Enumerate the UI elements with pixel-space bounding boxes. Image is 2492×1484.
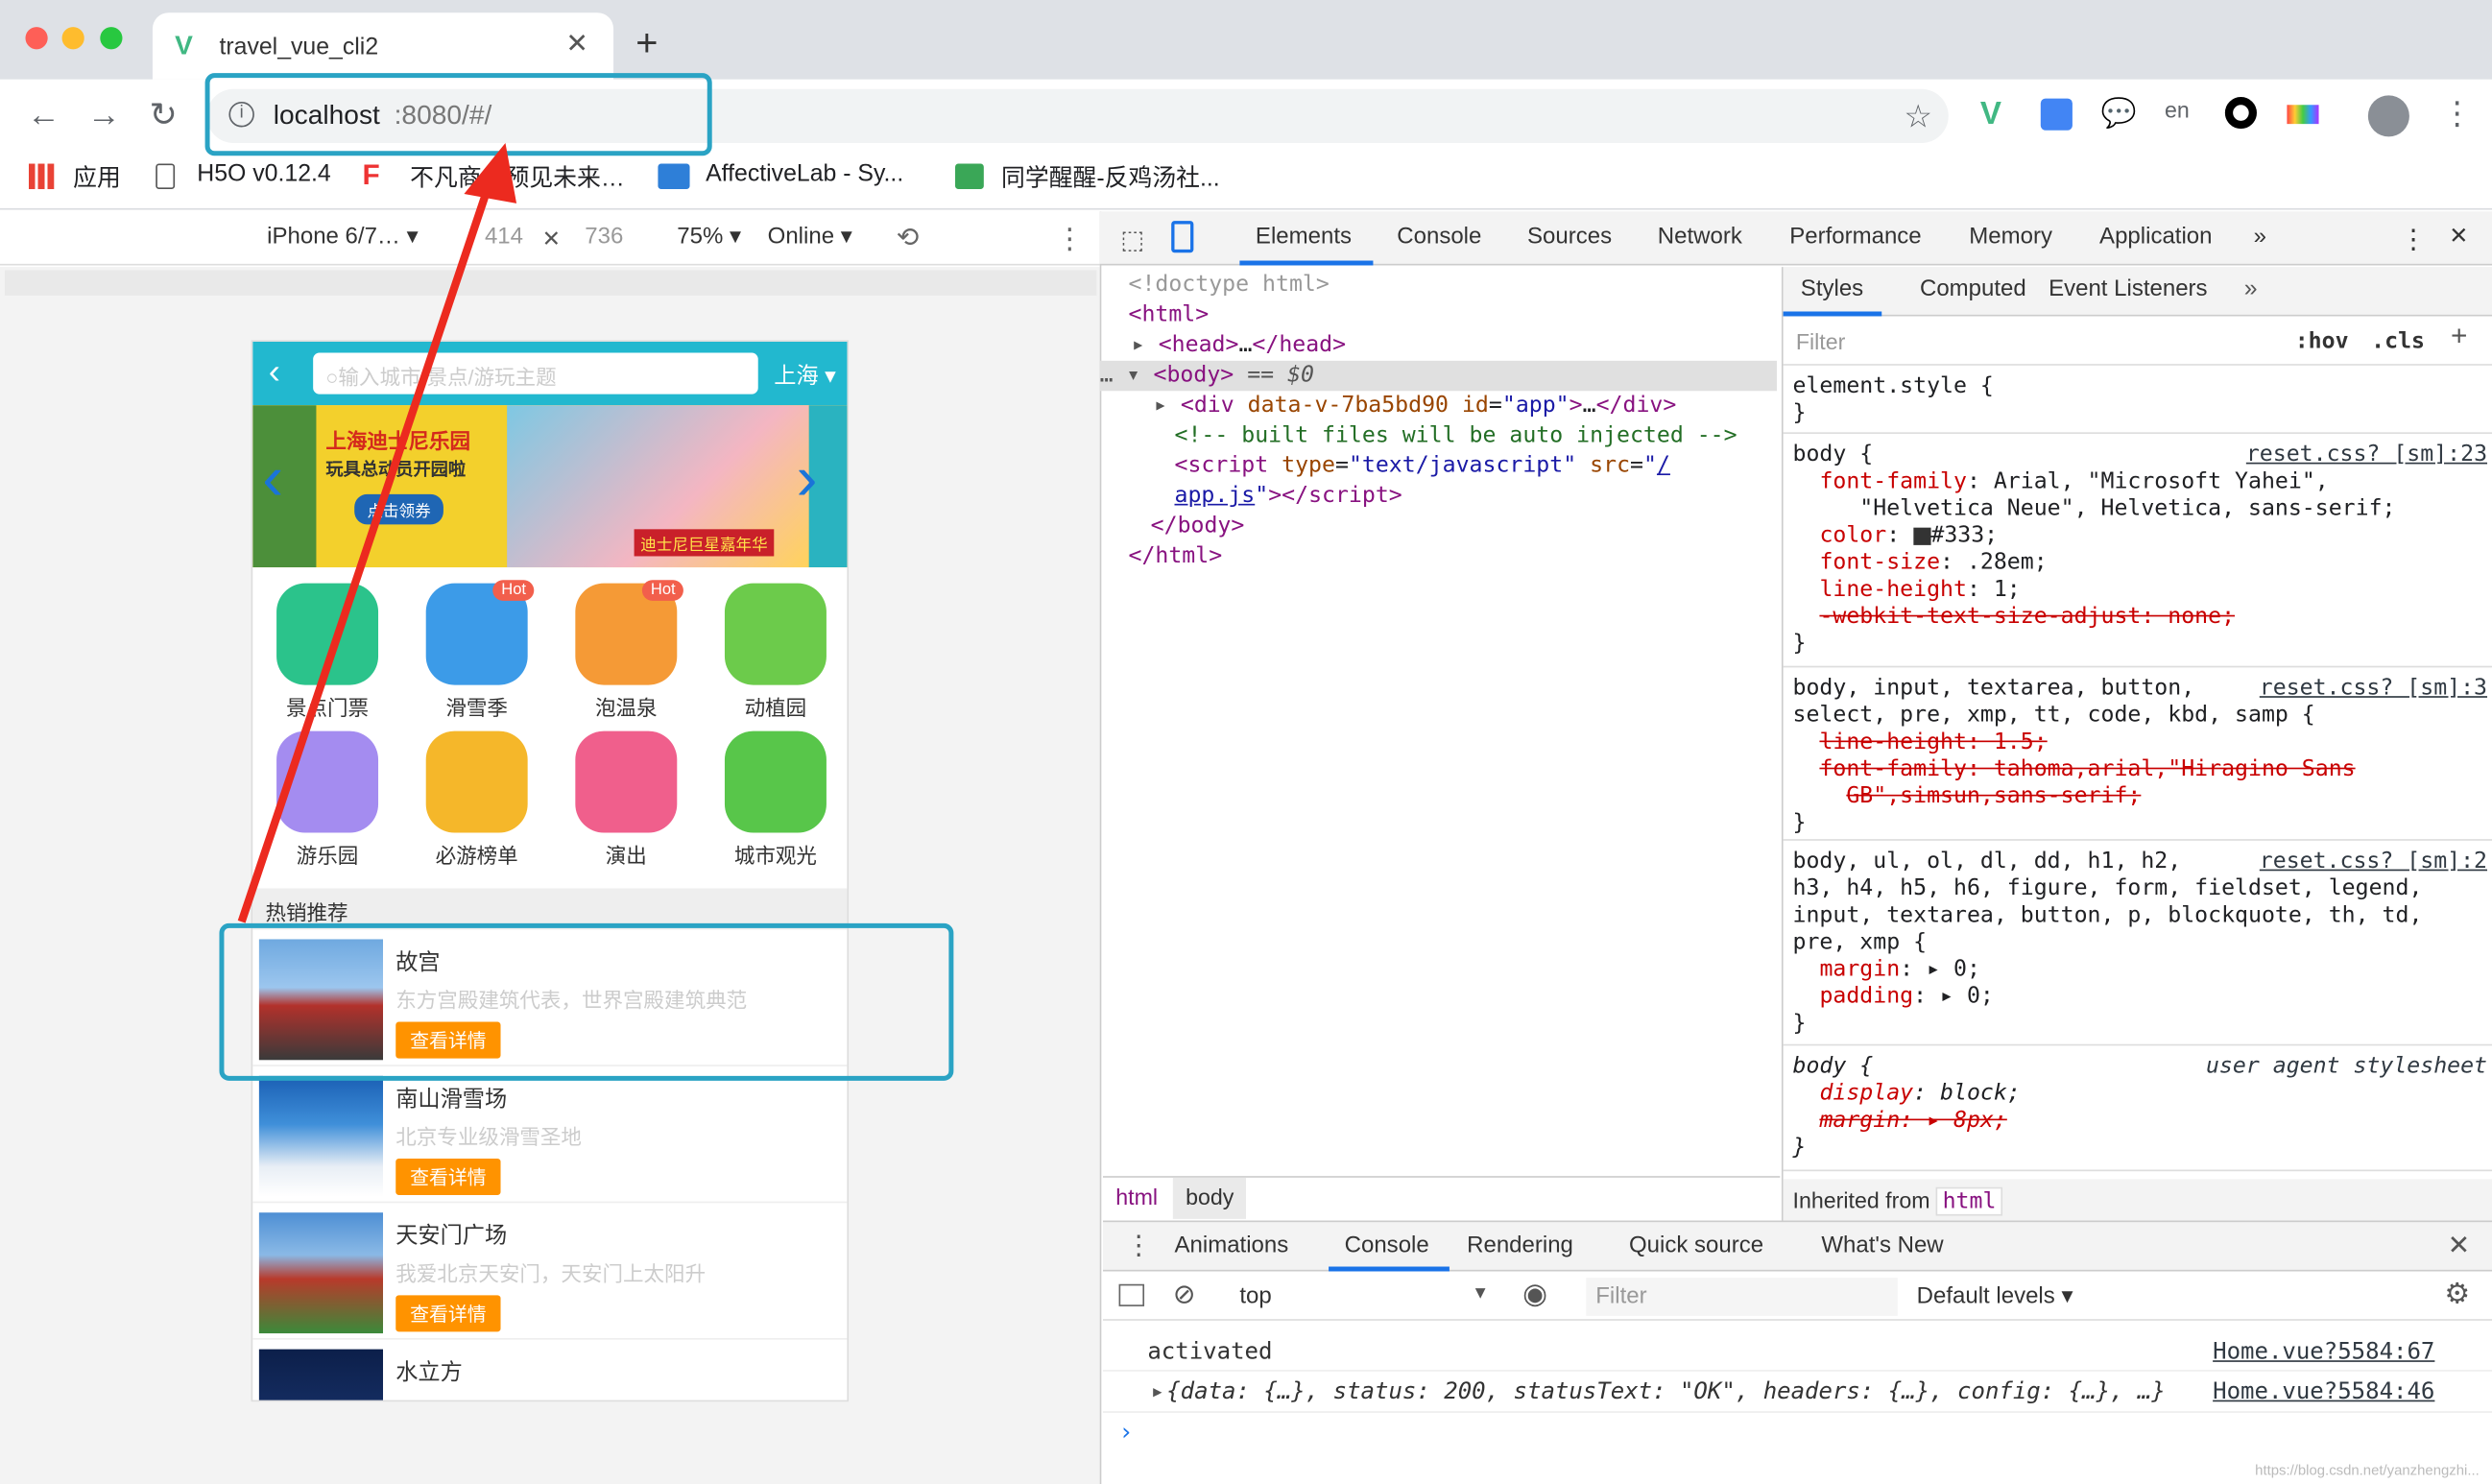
eye-icon[interactable]: ◉ [1522,1278,1547,1311]
app-div-node[interactable]: ▸ <div data-v-7ba5bd90 id="app">…</div> [1154,391,1676,421]
console-text: activated [1147,1339,1273,1366]
body-rule-2[interactable]: reset.css? [sm]:3 body, input, textarea,… [1783,669,2492,841]
active-tab-indicator [1239,260,1374,266]
inspect-icon[interactable]: ⬚ [1120,224,1144,255]
console-prompt-icon[interactable]: › [1119,1418,1134,1447]
clear-console-icon[interactable]: ⊘ [1173,1280,1196,1311]
rule-source: user agent stylesheet [2205,1053,2488,1080]
element-style-rule[interactable]: element.style {} [1783,367,2492,434]
breadcrumb-body[interactable]: body [1172,1177,1247,1219]
annotation-arrow [237,143,517,923]
close-devtools-icon[interactable]: ✕ [2449,224,2468,249]
comment-node[interactable]: <!-- built files will be auto injected -… [1174,421,1737,452]
color-extension-icon[interactable] [2287,105,2319,125]
console-output: activated Home.vue?5584:67 ▸ {data: {…},… [1102,1326,2492,1484]
drawer-active-indicator [1329,1266,1450,1272]
tab-styles[interactable]: Styles [1801,276,1863,303]
script-node-cont: app.js"></script> [1174,483,1402,509]
body-node-selected[interactable]: … ▾ <body> == $0 [1099,360,1777,392]
html-close-node: </html> [1128,543,1223,569]
styles-active-indicator [1783,311,1882,317]
tab-sources[interactable]: Sources [1527,224,1612,249]
close-drawer-icon[interactable]: ✕ [2448,1230,2471,1261]
dictionary-extension-icon[interactable]: en [2165,99,2190,121]
script-node[interactable]: <script type="text/javascript" src="/ [1174,451,1669,482]
bookmark-star-icon[interactable]: ☆ [1904,97,1932,136]
html-node[interactable]: <html> [1128,300,1209,331]
color-swatch[interactable] [1913,526,1931,545]
drawer-tabbar: ⋮ Animations Console Rendering Quick sou… [1102,1220,2492,1272]
profile-avatar[interactable] [2367,95,2409,137]
drawer-tab-console[interactable]: Console [1345,1233,1429,1258]
inherited-header: Inherited from html [1783,1179,2492,1221]
watermark: https://blog.csdn.net/yanzhengzhi... [2255,1462,2480,1478]
console-toolbar: ⊘ top ▼ ◉ Filter Default levels ▾ ⚙ [1102,1273,2492,1321]
console-message[interactable]: ▸ {data: {…}, status: 200, statusText: "… [1102,1375,2492,1413]
log-levels-label: Default levels [1916,1283,2055,1310]
head-node[interactable]: ▸ <head>…</head> [1132,330,1346,361]
styles-pane: Styles Computed Event Listeners » Filter… [1781,267,2492,1221]
chat-extension-icon[interactable]: 💬 [2101,99,2137,128]
drawer-tab-whats-new[interactable]: What's New [1821,1233,1943,1258]
tab-console[interactable]: Console [1397,224,1481,249]
drawer-tab-quick-source[interactable]: Quick source [1629,1233,1763,1258]
breadcrumb-html[interactable]: html [1115,1184,1158,1209]
context-select[interactable]: top [1239,1284,1271,1309]
rule-source[interactable]: reset.css? [sm]:2 [2260,849,2487,875]
circle-extension-icon[interactable] [2224,96,2257,130]
console-settings-icon[interactable]: ⚙ [2444,1278,2470,1311]
log-levels-select[interactable]: Default levels ▾ [1917,1284,2073,1309]
rule-source[interactable]: reset.css? [sm]:3 [2260,676,2487,703]
styles-tabbar: Styles Computed Event Listeners » [1783,267,2492,317]
console-source-link[interactable]: Home.vue?5584:67 [2213,1340,2434,1365]
devtools-menu-icon[interactable]: ⋮ [2400,224,2427,255]
tab-memory[interactable]: Memory [1969,224,2052,249]
inherited-label: Inherited from [1792,1186,1930,1213]
styles-toolbar: Filter :hov .cls + [1783,318,2492,366]
translate-icon[interactable] [2040,98,2073,131]
tab-performance[interactable]: Performance [1789,224,1921,249]
more-tabs-icon[interactable]: » [2254,224,2266,249]
menu-kebab-icon[interactable]: ⋮ [2441,99,2473,131]
hov-button[interactable]: :hov [2295,329,2349,356]
body-rule-1[interactable]: reset.css? [sm]:23 body { font-family: A… [1783,436,2492,668]
elements-tree: <!doctype html> <html> ▸ <head>…</head> … [1099,267,1780,1173]
device-mode-icon[interactable] [1171,221,1194,253]
tab-network[interactable]: Network [1658,224,1742,249]
doctype-node[interactable]: <!doctype html> [1128,270,1329,300]
cls-button[interactable]: .cls [2371,329,2425,356]
context-dropdown-icon[interactable]: ▼ [1472,1284,1489,1304]
arrow-head [464,143,517,203]
drawer-tab-rendering[interactable]: Rendering [1467,1233,1573,1258]
drawer-menu-icon[interactable]: ⋮ [1125,1230,1152,1261]
body-close-node: </body> [1150,513,1245,539]
expand-triangle-icon[interactable]: ▸ [1151,1379,1164,1404]
user-agent-rule[interactable]: user agent stylesheet body { display: bl… [1783,1047,2492,1172]
breadcrumb: html body [1102,1176,1781,1219]
more-styles-tabs-icon[interactable]: » [2244,275,2258,301]
tab-elements[interactable]: Elements [1256,224,1352,249]
console-source-link[interactable]: Home.vue?5584:46 [2213,1379,2434,1404]
tab-application[interactable]: Application [2099,224,2212,249]
console-text: {data: {…}, status: 200, statusText: "OK… [1166,1379,2166,1405]
body-rule-3[interactable]: reset.css? [sm]:2 body, ul, ol, dl, dd, … [1783,842,2492,1046]
console-filter-input[interactable]: Filter [1586,1278,1898,1316]
add-rule-icon[interactable]: + [2451,321,2467,349]
console-message: activated Home.vue?5584:67 [1102,1336,2492,1372]
styles-filter-input[interactable]: Filter [1796,329,1846,356]
sidebar-toggle-icon[interactable] [1118,1283,1145,1306]
tab-computed[interactable]: Computed [1920,276,2026,303]
rule-source[interactable]: reset.css? [sm]:23 [2246,442,2487,468]
arrow-shaft [237,186,492,923]
inherited-tag[interactable]: html [1935,1186,2003,1216]
vue-devtools-icon[interactable]: V [1980,99,2001,131]
tab-event-listeners[interactable]: Event Listeners [2049,276,2207,303]
drawer-tab-animations[interactable]: Animations [1174,1233,1288,1258]
